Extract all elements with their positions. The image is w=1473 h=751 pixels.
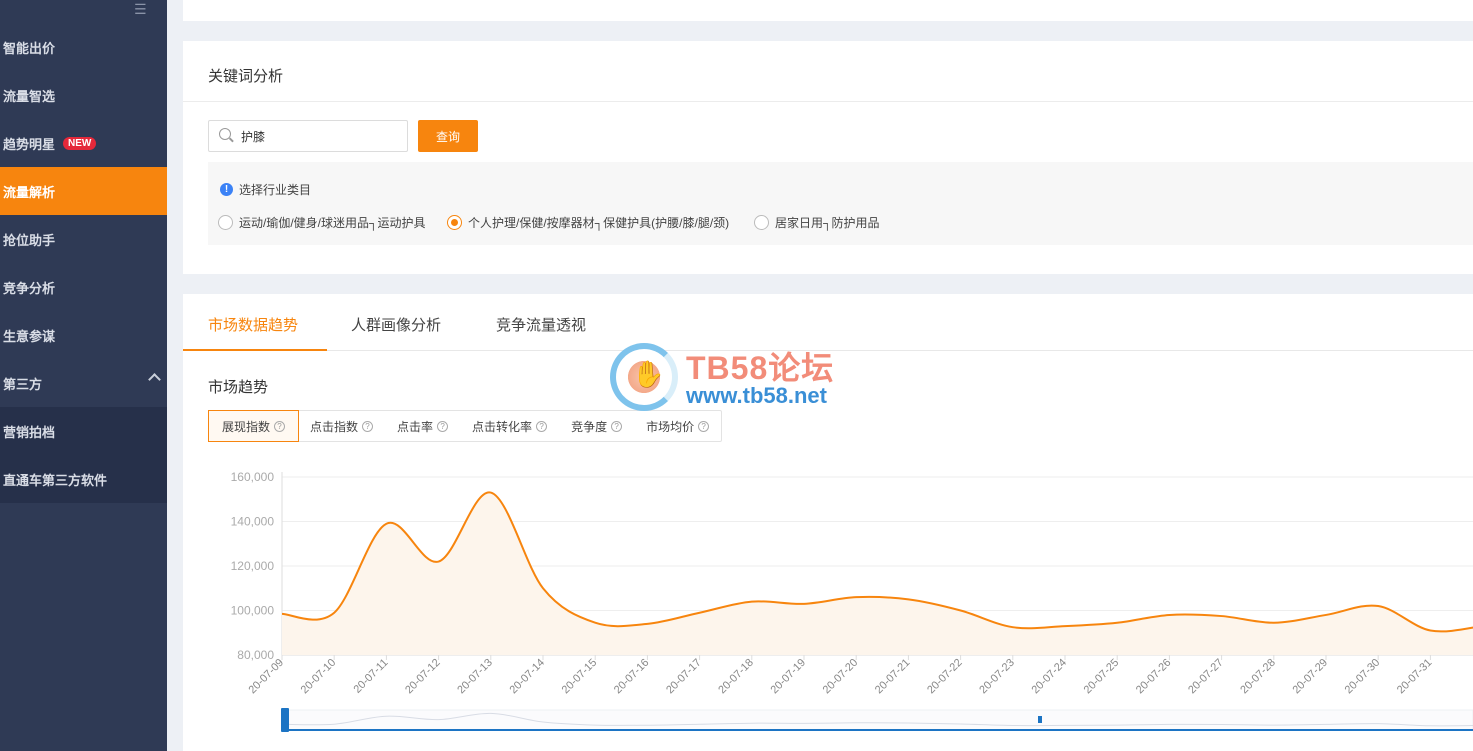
x-tick-label: 20-07-27 bbox=[1186, 657, 1226, 697]
keyword-panel-title: 关键词分析 bbox=[208, 68, 284, 85]
query-button[interactable]: 查询 bbox=[418, 120, 478, 152]
x-tick-label: 20-07-26 bbox=[1134, 657, 1174, 697]
sidebar-item-label: 趋势明星 bbox=[3, 136, 56, 152]
sidebar: ☰ 智能出价 流量智选 趋势明星 NEW 流量解析 抢位助手 竞争分析 生意参谋 … bbox=[0, 0, 167, 751]
x-tick-label: 20-07-20 bbox=[821, 657, 861, 697]
divider bbox=[183, 101, 1473, 102]
sidebar-item-traffic-analysis[interactable]: 流量解析 bbox=[0, 167, 167, 215]
sidebar-item-competition[interactable]: 竞争分析 bbox=[0, 263, 167, 311]
zoom-slider-handle-left bbox=[281, 708, 289, 732]
sidebar-item-marketing-partner[interactable]: 营销拍档 bbox=[0, 407, 167, 455]
series-area bbox=[282, 492, 1473, 655]
x-tick-label: 20-07-31 bbox=[1395, 657, 1435, 697]
category-label: 运动/瑜伽/健身/球迷用品┐运动护具 bbox=[239, 216, 426, 230]
y-tick-label: 100,000 bbox=[231, 604, 275, 618]
keyword-search-input[interactable] bbox=[241, 127, 401, 145]
category-radio-household[interactable]: 居家日用┐防护用品 bbox=[754, 214, 880, 231]
sidebar-item-label: 营销拍档 bbox=[3, 424, 56, 440]
x-tick-label: 20-07-30 bbox=[1343, 657, 1383, 697]
y-tick-label: 140,000 bbox=[231, 515, 275, 529]
radio-circle[interactable] bbox=[218, 215, 233, 230]
x-tick-label: 20-07-13 bbox=[455, 657, 495, 697]
sidebar-item-label: 流量智选 bbox=[3, 88, 56, 104]
x-tick-label: 20-07-19 bbox=[768, 657, 808, 697]
category-radio-personal-care[interactable]: 个人护理/保健/按摩器材┐保健护具(护腰/膝/腿/颈) bbox=[447, 214, 729, 231]
sidebar-item-label: 竞争分析 bbox=[3, 280, 56, 296]
category-radio-sports[interactable]: 运动/瑜伽/健身/球迷用品┐运动护具 bbox=[218, 214, 426, 231]
sidebar-item-traffic-select[interactable]: 流量智选 bbox=[0, 71, 167, 119]
new-badge: NEW bbox=[63, 136, 97, 150]
sidebar-item-third-party[interactable]: 第三方 bbox=[0, 359, 167, 407]
category-selector: ! 选择行业类目 运动/瑜伽/健身/球迷用品┐运动护具 个人护理/保健/按摩器材… bbox=[208, 162, 1473, 245]
x-tick-label: 20-07-22 bbox=[925, 657, 965, 697]
zoom-slider-grip bbox=[1038, 716, 1042, 723]
chevron-up-icon bbox=[148, 373, 161, 386]
x-tick-label: 20-07-10 bbox=[299, 657, 339, 697]
radio-circle[interactable] bbox=[447, 215, 462, 230]
sidebar-item-label: 智能出价 bbox=[3, 40, 56, 56]
hand-icon: ✋ bbox=[632, 359, 665, 389]
sidebar-item-label: 抢位助手 bbox=[3, 232, 56, 248]
x-tick-label: 20-07-23 bbox=[977, 657, 1017, 697]
sidebar-item-label: 直通车第三方软件 bbox=[3, 472, 108, 488]
search-icon bbox=[219, 128, 231, 140]
sidebar-item-smart-bid[interactable]: 智能出价 bbox=[0, 23, 167, 71]
info-icon: ! bbox=[220, 183, 233, 196]
x-tick-label: 20-07-17 bbox=[664, 657, 704, 697]
sidebar-item-label: 生意参谋 bbox=[3, 328, 56, 344]
watermark: ✋ TB58论坛 www.tb58.net bbox=[610, 343, 870, 413]
category-hint: ! 选择行业类目 bbox=[220, 181, 311, 198]
x-tick-label: 20-07-28 bbox=[1238, 657, 1278, 697]
x-tick-label: 20-07-11 bbox=[351, 657, 390, 696]
sidebar-item-position-helper[interactable]: 抢位助手 bbox=[0, 215, 167, 263]
x-tick-label: 20-07-09 bbox=[246, 657, 286, 697]
x-tick-label: 20-07-12 bbox=[403, 657, 443, 697]
x-tick-label: 20-07-29 bbox=[1290, 657, 1330, 697]
sidebar-item-third-party-software[interactable]: 直通车第三方软件 bbox=[0, 455, 167, 503]
top-panel bbox=[183, 0, 1473, 21]
x-tick-label: 20-07-15 bbox=[560, 657, 600, 697]
zoom-slider-track bbox=[281, 709, 1473, 731]
keyword-panel: 关键词分析 查询 ! 选择行业类目 运动/瑜伽/健身/球迷用品┐运动护具 个人护… bbox=[183, 41, 1473, 274]
x-tick-label: 20-07-21 bbox=[873, 657, 913, 697]
sidebar-item-business-advisor[interactable]: 生意参谋 bbox=[0, 311, 167, 359]
watermark-url: www.tb58.net bbox=[686, 383, 827, 408]
x-tick-label: 20-07-16 bbox=[612, 657, 652, 697]
menu-collapse-icon[interactable]: ☰ bbox=[134, 2, 152, 16]
category-label: 居家日用┐防护用品 bbox=[775, 216, 880, 230]
x-tick-label: 20-07-14 bbox=[507, 657, 547, 697]
keyword-search-box[interactable] bbox=[208, 120, 408, 152]
sidebar-item-label: 流量解析 bbox=[3, 184, 56, 200]
sidebar-item-trend-star[interactable]: 趋势明星 NEW bbox=[0, 119, 167, 167]
y-tick-label: 80,000 bbox=[237, 648, 274, 662]
x-tick-label: 20-07-18 bbox=[716, 657, 756, 697]
category-label: 个人护理/保健/按摩器材┐保健护具(护腰/膝/腿/颈) bbox=[468, 216, 730, 230]
radio-circle[interactable] bbox=[754, 215, 769, 230]
sidebar-item-label: 第三方 bbox=[3, 376, 43, 392]
category-hint-text: 选择行业类目 bbox=[239, 183, 312, 197]
y-tick-label: 160,000 bbox=[231, 470, 275, 484]
y-tick-label: 120,000 bbox=[231, 559, 275, 573]
x-tick-label: 20-07-24 bbox=[1029, 657, 1069, 697]
x-tick-label: 20-07-25 bbox=[1082, 657, 1122, 697]
